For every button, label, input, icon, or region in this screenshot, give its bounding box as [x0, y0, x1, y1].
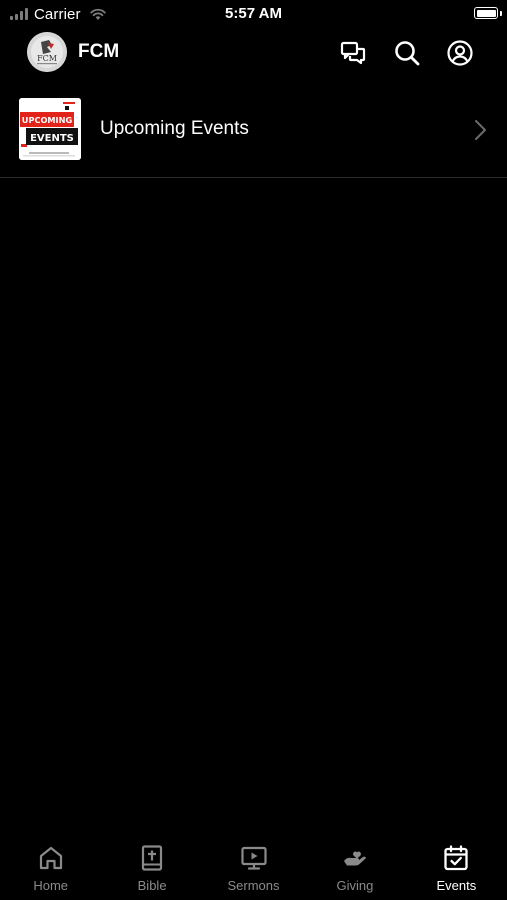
tab-events[interactable]: Events	[406, 838, 507, 900]
list-item-label: Upcoming Events	[100, 118, 249, 139]
thumbnail-events-text: EVENTS	[30, 133, 74, 144]
battery-icon	[474, 7, 498, 19]
sermons-icon	[240, 844, 268, 872]
account-icon[interactable]	[446, 39, 474, 67]
calendar-check-icon	[442, 844, 470, 872]
upcoming-events-thumbnail: UPCOMING EVENTS	[19, 98, 81, 160]
tab-label: Sermons	[227, 878, 280, 893]
bible-icon	[138, 844, 166, 872]
tab-label: Bible	[137, 878, 167, 893]
logo-text: FCM	[37, 54, 57, 63]
tab-bible[interactable]: Bible	[101, 838, 202, 900]
status-time: 5:57 AM	[225, 5, 282, 22]
battery-tip	[500, 11, 502, 16]
tab-home[interactable]: Home	[0, 838, 101, 900]
app-title: FCM	[78, 41, 120, 62]
tab-label: Events	[436, 878, 477, 893]
tab-sermons[interactable]: Sermons	[203, 838, 304, 900]
app-header: FCM FCM	[0, 28, 507, 78]
chevron-right-icon	[475, 120, 486, 140]
church-logo[interactable]: FCM	[27, 32, 67, 72]
search-icon[interactable]	[393, 39, 421, 67]
thumbnail-upcoming-text: UPCOMING	[22, 115, 73, 125]
tab-label: Home	[33, 878, 69, 893]
giving-icon	[341, 844, 369, 872]
home-icon	[37, 844, 65, 872]
tab-giving[interactable]: Giving	[304, 838, 405, 900]
status-bar: Carrier 5:57 AM	[0, 0, 507, 28]
chat-icon[interactable]	[339, 39, 367, 67]
tab-label: Giving	[336, 878, 374, 893]
tab-bar: Home Bible Sermons Giving Events	[0, 838, 507, 900]
logo-graphic: FCM	[27, 32, 67, 72]
list-item-upcoming-events[interactable]: UPCOMING EVENTS Upcoming Events	[0, 86, 507, 178]
